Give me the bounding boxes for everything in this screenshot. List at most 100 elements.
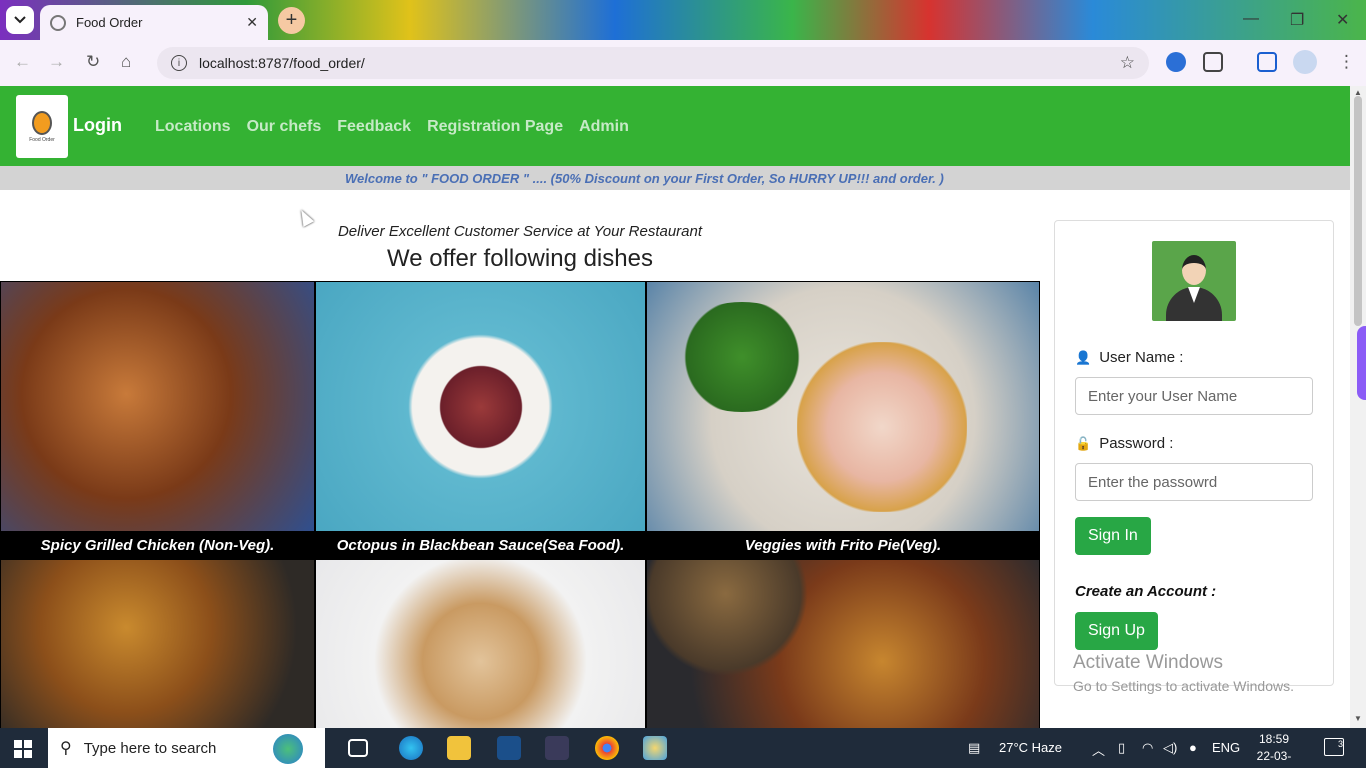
puzzle-icon[interactable] [1203,52,1223,72]
dish-card[interactable] [315,559,646,728]
weather-text[interactable]: 27°C Haze [999,740,1062,755]
password-input[interactable] [1075,463,1313,501]
dish-card[interactable]: Spicy Grilled Chicken (Non-Veg). [0,281,315,559]
vscode-icon[interactable] [497,736,521,760]
marquee-banner: Welcome to " FOOD ORDER " .... (50% Disc… [0,166,1350,190]
watermark-subtitle: Go to Settings to activate Windows. [1073,678,1294,694]
dessert-image [316,560,645,728]
dish-caption: Octopus in Blackbean Sauce(Sea Food). [336,536,625,554]
password-label: 🔓 Password : [1075,435,1173,452]
taskbar-search-text[interactable]: Type here to search [84,740,217,757]
chrome-icon[interactable] [595,736,619,760]
login-brand-link[interactable]: Login [73,115,122,136]
dish-card[interactable]: Octopus in Blackbean Sauce(Sea Food). [315,281,646,559]
create-account-label: Create an Account : [1075,583,1217,600]
tagline: Deliver Excellent Customer Service at Yo… [337,223,703,240]
globe-icon [273,734,303,764]
password-label-text: Password : [1099,435,1174,452]
globe-icon [50,14,66,31]
scroll-thumb[interactable] [1354,96,1362,326]
usb-icon[interactable]: ▯ [1118,740,1125,756]
search-icon: ⚲ [60,740,72,757]
site-logo[interactable]: Food Order [16,95,68,158]
clock-date: 22-03-2024 [1256,749,1292,780]
restore-icon[interactable]: ❐ [1290,10,1304,30]
side-panel-icon[interactable] [1257,52,1277,72]
marquee-text: Welcome to " FOOD ORDER " .... (50% Disc… [345,170,944,186]
minimize-icon[interactable]: — [1243,10,1259,28]
task-view-icon[interactable] [348,739,368,757]
active-tab[interactable]: Food Order ✕ [40,5,268,40]
site-navbar: Food Order Login Locations Our chefs Fee… [0,86,1350,166]
veggies-pie-image [647,282,1039,531]
back-icon[interactable]: ← [14,52,31,72]
wifi-icon[interactable]: ◠ [1142,740,1153,756]
weather-icon[interactable]: ▤ [968,740,980,756]
user-icon: 👤 [1075,349,1092,365]
scroll-down-icon[interactable]: ▼ [1354,714,1362,723]
roast-chicken-image [1,560,314,728]
extension-icon[interactable] [1166,52,1186,72]
notification-count: 3 [1337,739,1343,749]
address-bar[interactable]: i localhost:8787/food_order/ ☆ [157,47,1149,79]
octopus-image [316,282,645,531]
logo-text: Food Order [29,136,55,143]
app-icon[interactable] [545,736,569,760]
home-icon[interactable]: ⌂ [121,52,131,72]
sign-in-button[interactable]: Sign In [1075,517,1151,555]
taskbar-search[interactable]: ⚲ Type here to search [48,728,325,768]
edge-icon[interactable] [399,736,423,760]
noodles-fish-image [647,560,1039,728]
tab-title: Food Order [76,15,143,30]
menu-our-chefs[interactable]: Our chefs [247,118,322,136]
menu-admin[interactable]: Admin [579,118,629,136]
new-tab-button[interactable]: + [278,7,305,34]
clock-time: 18:59 [1258,732,1290,746]
volume-icon[interactable]: ◁) [1163,740,1177,756]
profile-avatar[interactable] [1293,50,1317,74]
chevron-down-icon [14,16,26,24]
watermark-title: Activate Windows [1073,652,1223,673]
close-tab-icon[interactable]: ✕ [246,14,258,31]
mic-icon[interactable]: ● [1189,740,1197,755]
side-panel-handle[interactable] [1357,326,1366,400]
url-text[interactable]: localhost:8787/food_order/ [199,55,1120,71]
menu-kebab-icon[interactable]: ⋮ [1338,52,1355,72]
web-page: Food Order Login Locations Our chefs Fee… [0,86,1350,728]
username-label: 👤 User Name : [1075,349,1183,366]
reload-icon[interactable]: ↻ [86,52,100,72]
login-card: 👤 User Name : 🔓 Password : Sign In Creat… [1054,220,1334,686]
browser-toolbar: ← → ↻ ⌂ i localhost:8787/food_order/ ☆ ⋮ [0,40,1366,86]
tab-search-button[interactable] [6,6,34,34]
file-explorer-icon[interactable] [447,736,471,760]
user-avatar-icon [1152,241,1236,321]
dish-card[interactable] [646,559,1040,728]
info-icon[interactable]: i [171,55,187,71]
logo-icon [32,110,52,135]
activate-windows-watermark: Activate Windows Go to Settings to activ… [1073,652,1294,694]
sign-up-button[interactable]: Sign Up [1075,612,1158,650]
forward-icon[interactable]: → [48,52,65,72]
menu-locations[interactable]: Locations [155,118,231,136]
dish-caption: Spicy Grilled Chicken (Non-Veg). [40,536,275,554]
close-window-icon[interactable]: ✕ [1336,10,1349,30]
clock[interactable]: 18:59 22-03-2024 [1244,731,1304,782]
browser-tab-bar: Food Order ✕ + — ❐ ✕ [0,0,1366,40]
page-scrollbar[interactable]: ▲ ▼ [1350,86,1366,728]
start-button[interactable] [14,740,32,758]
username-input[interactable] [1075,377,1313,415]
dish-card[interactable]: Veggies with Frito Pie(Veg). [646,281,1040,559]
paint-icon[interactable] [643,736,667,760]
dishes-heading: We offer following dishes [387,245,653,272]
chevron-up-icon[interactable]: ︿ [1092,740,1105,759]
bookmark-star-icon[interactable]: ☆ [1120,53,1135,73]
menu-feedback[interactable]: Feedback [337,118,411,136]
lock-icon: 🔓 [1075,435,1092,451]
dish-card[interactable] [0,559,315,728]
notification-icon[interactable]: 3 [1324,738,1344,756]
grilled-chicken-image [1,282,314,531]
windows-taskbar: ⚲ Type here to search ▤ 27°C Haze ︿ ▯ ◠ … [0,728,1366,780]
language-indicator[interactable]: ENG [1212,740,1240,755]
site-menu: Locations Our chefs Feedback Registratio… [155,118,629,136]
menu-registration[interactable]: Registration Page [427,118,563,136]
